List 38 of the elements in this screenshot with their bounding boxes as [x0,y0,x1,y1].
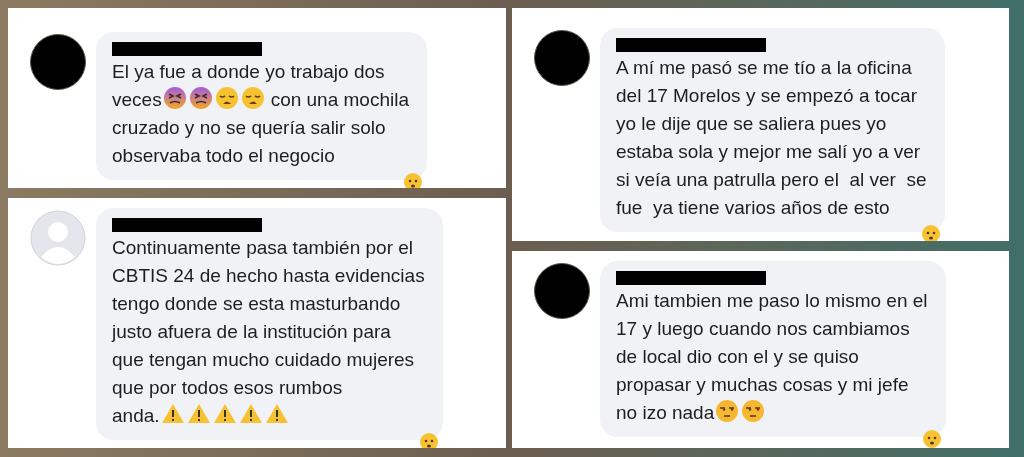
comment-text: del 17 Morelos y se empezó a tocar [616,85,917,106]
comment-text: tengo donde se esta masturbando [112,293,401,314]
comment-text: CBTIS 24 de hecho hasta evidencias [112,265,425,286]
warning-icon [212,402,237,426]
warning-icon [186,402,211,426]
comment-text: A mí me pasó se me tío a la oficina [616,57,912,78]
redacted-avatar [534,30,590,86]
confounded-emoji-icon [188,86,213,110]
unamused-emoji-icon [715,399,740,423]
comment-text: veces [112,89,162,110]
redacted-avatar [534,263,590,319]
unamused-emoji-icon [741,399,766,423]
comment-text: que por todos esos rumbos [112,377,343,398]
comment-text: si veía una patrulla pero el al ver se [616,169,927,190]
comment-text: de local dio con el y se quiso [616,346,859,367]
comment-text: justo afuera de la institución para [112,321,391,342]
comment-text: estaba sola y mejor me salí yo a ver [616,141,921,162]
comment-text: cruzado y no se quería salir solo [112,117,386,138]
comment-text: con una mochila [270,89,409,110]
default-avatar-icon [30,210,86,266]
comment-text: fue ya tiene varios años de esto [616,197,890,218]
comment-text: propasar y muchas cosas y mi jefe [616,374,909,395]
comment-text: 17 y luego cuando nos cambiamos [616,318,910,339]
redacted-avatar [30,34,86,90]
comment-text: anda. [112,405,160,426]
confounded-emoji-icon [162,86,187,110]
warning-icon [238,402,263,426]
comment-text: yo le dije que se saliera pues yo [616,113,887,134]
warning-icon [160,402,185,426]
comment-text: no izo nada [616,402,715,423]
comment-text: que tengan mucho cuidado mujeres [112,349,415,370]
warning-icon [264,402,289,426]
comment-text: El ya fue a donde yo trabajo dos [112,61,385,82]
weary-emoji-icon [240,86,265,110]
weary-emoji-icon [214,86,239,110]
comment-text: Continuamente pasa también por el [112,237,414,258]
comment-text: Ami tambien me paso lo mismo en el [616,290,928,311]
comment-text: observaba todo el negocio [112,145,335,166]
